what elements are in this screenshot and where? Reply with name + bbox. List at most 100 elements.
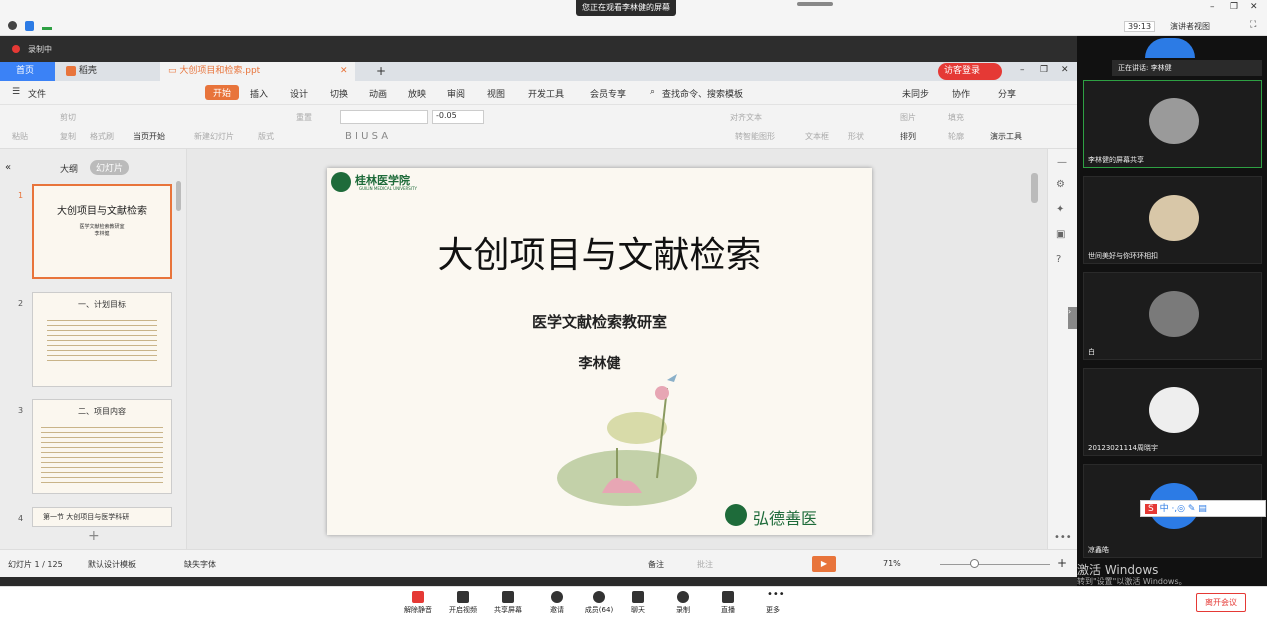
collapse-panel-icon[interactable]: « (5, 162, 11, 173)
start-video-button[interactable]: 开启视频 (443, 591, 483, 615)
fullscreen-icon[interactable]: ⛶ (1250, 20, 1256, 30)
font-family-input[interactable] (340, 110, 428, 124)
template-name[interactable]: 默认设计模板 (88, 559, 136, 570)
reset-button[interactable]: 重置 (296, 112, 312, 123)
minus-icon[interactable]: — (1057, 157, 1067, 168)
smartart-button[interactable]: 转智能图形 (735, 131, 775, 142)
layout-button[interactable]: 版式 (258, 131, 274, 142)
close-icon[interactable]: ✕ (1250, 2, 1258, 12)
tab-transition[interactable]: 切换 (330, 87, 348, 100)
tab-slideshow[interactable]: 放映 (408, 87, 426, 100)
participant-tile-2[interactable]: 世间美好与你环环相扣 (1083, 176, 1262, 264)
outline-button[interactable]: 轮廓 (948, 131, 964, 142)
record-button[interactable]: 录制 (663, 591, 703, 615)
zoom-slider[interactable] (940, 564, 1050, 565)
shield-icon[interactable] (25, 21, 34, 31)
zoom-in-icon[interactable]: + (1057, 556, 1067, 570)
thumb-number: 2 (18, 299, 24, 308)
close-icon[interactable]: ✕ (1061, 65, 1069, 75)
search-icon[interactable]: ⌕ (650, 87, 655, 97)
zoom-slider-thumb[interactable] (970, 559, 979, 568)
zoom-level[interactable]: 71% (883, 559, 901, 568)
sync-status[interactable]: 未同步 (902, 87, 929, 100)
ime-toolbar[interactable]: S 中 ·,◎ ✎ ▤ (1140, 500, 1266, 517)
members-button[interactable]: 成员(64) (579, 591, 619, 615)
arrange-button[interactable]: 排列 (900, 131, 916, 142)
tab-developer[interactable]: 开发工具 (528, 87, 564, 100)
window-icon[interactable]: ▣ (1056, 229, 1065, 240)
restore-icon[interactable]: ❐ (1040, 65, 1048, 75)
menu-icon[interactable]: ☰ (12, 87, 20, 97)
button-label: 录制 (676, 606, 690, 614)
textbox-button[interactable]: 文本框 (805, 131, 829, 142)
participant-tile-3[interactable]: 白 (1083, 272, 1262, 360)
settings-icon[interactable]: ⚙ (1056, 179, 1065, 190)
maximize-icon[interactable]: ❐ (1230, 2, 1238, 12)
unmute-button[interactable]: 解除静音 (398, 591, 438, 615)
fill-button[interactable]: 填充 (948, 112, 964, 123)
present-tools-button[interactable]: 演示工具 (990, 131, 1022, 142)
add-slide-icon[interactable]: + (88, 528, 100, 544)
participant-tile-1[interactable]: 李林健的屏幕共享 (1083, 80, 1262, 168)
share-screen-button[interactable]: 共享屏幕 (488, 591, 528, 615)
slide-thumb-1[interactable]: 大创项目与文献检索 医学文献检索教研室 李林健 (32, 184, 172, 279)
notes-button[interactable]: 备注 (648, 559, 664, 570)
new-slide-button[interactable]: 新建幻灯片 (194, 131, 234, 142)
slide-thumb-4[interactable]: 第一节 大创项目与医学科研 (32, 507, 172, 527)
tab-outline[interactable]: 大纲 (60, 162, 78, 175)
tab-file[interactable]: ▭ 大创项目和检索.ppt ✕ (160, 62, 355, 81)
tab-slides[interactable]: 幻灯片 (90, 160, 130, 175)
drag-handle[interactable] (797, 2, 833, 6)
missing-font[interactable]: 缺失字体 (184, 559, 216, 570)
play-slideshow-button[interactable]: ▶ (812, 556, 836, 572)
new-tab-button[interactable]: + (368, 62, 386, 81)
tab-review[interactable]: 审阅 (447, 87, 465, 100)
font-size-input[interactable]: -0.05 (432, 110, 484, 124)
bold-italic-controls[interactable]: B I U S A (345, 131, 388, 142)
format-painter-button[interactable]: 格式刷 (90, 131, 114, 142)
paste-button[interactable]: 粘贴 (12, 131, 28, 142)
document-tabs: 首页 稻壳 ▭ 大创项目和检索.ppt ✕ + 访客登录 – ❐ ✕ (0, 62, 1077, 81)
view-mode-button[interactable]: 演讲者视图 (1170, 21, 1210, 32)
leave-meeting-button[interactable]: 离开会议 (1196, 593, 1246, 612)
live-button[interactable]: 直播 (708, 591, 748, 615)
tab-view[interactable]: 视图 (487, 87, 505, 100)
pin-icon[interactable]: ✦ (1056, 204, 1064, 215)
tab-design[interactable]: 设计 (290, 87, 308, 100)
panel-scrollbar[interactable] (176, 181, 181, 211)
info-icon[interactable] (8, 21, 17, 30)
tab-insert[interactable]: 插入 (250, 87, 268, 100)
share-button[interactable]: 分享 (998, 87, 1016, 100)
command-search[interactable]: 查找命令、搜索模板 (662, 87, 743, 100)
guest-login-button[interactable]: 访客登录 (938, 63, 1003, 80)
tab-animation[interactable]: 动画 (369, 87, 387, 100)
more-button[interactable]: ••• 更多 (753, 590, 793, 615)
tab-start[interactable]: 开始 (205, 85, 240, 100)
help-icon[interactable]: ? (1056, 254, 1061, 265)
file-menu[interactable]: 文件 (28, 87, 46, 100)
picture-button[interactable]: 图片 (900, 112, 916, 123)
slide-thumb-3[interactable]: 二、项目内容 (32, 399, 172, 494)
current-slide[interactable]: 桂林医学院 GUILIN MEDICAL UNIVERSITY 大创项目与文献检… (327, 168, 872, 535)
invite-button[interactable]: 邀请 (537, 591, 577, 615)
tab-home[interactable]: 首页 (0, 62, 55, 81)
collab-button[interactable]: 协作 (952, 87, 970, 100)
screen-share-banner[interactable]: 您正在观看李林健的屏幕 (576, 0, 676, 16)
tab-member[interactable]: 会员专享 (590, 87, 626, 100)
minimize-icon[interactable]: – (1210, 2, 1215, 12)
copy-button[interactable]: 复制 (60, 131, 76, 142)
thumb-title: 大创项目与文献检索 (57, 206, 147, 217)
play-current-button[interactable]: 当页开始 (133, 131, 165, 142)
minimize-icon[interactable]: – (1020, 65, 1025, 75)
cut-button[interactable]: 剪切 (60, 112, 76, 123)
shape-button[interactable]: 形状 (848, 131, 864, 142)
tab-close-icon[interactable]: ✕ (340, 62, 348, 81)
chat-button[interactable]: 聊天 (618, 591, 658, 615)
tab-daoke[interactable]: 稻壳 (58, 62, 158, 81)
comment-button[interactable]: 批注 (697, 559, 713, 570)
align-text-button[interactable]: 对齐文本 (730, 112, 762, 123)
canvas-scrollbar[interactable] (1031, 173, 1038, 203)
participant-tile-4[interactable]: 20123021114周晓宇 (1083, 368, 1262, 456)
more-icon[interactable]: ••• (1054, 532, 1072, 543)
slide-thumb-2[interactable]: 一、计划目标 (32, 292, 172, 387)
